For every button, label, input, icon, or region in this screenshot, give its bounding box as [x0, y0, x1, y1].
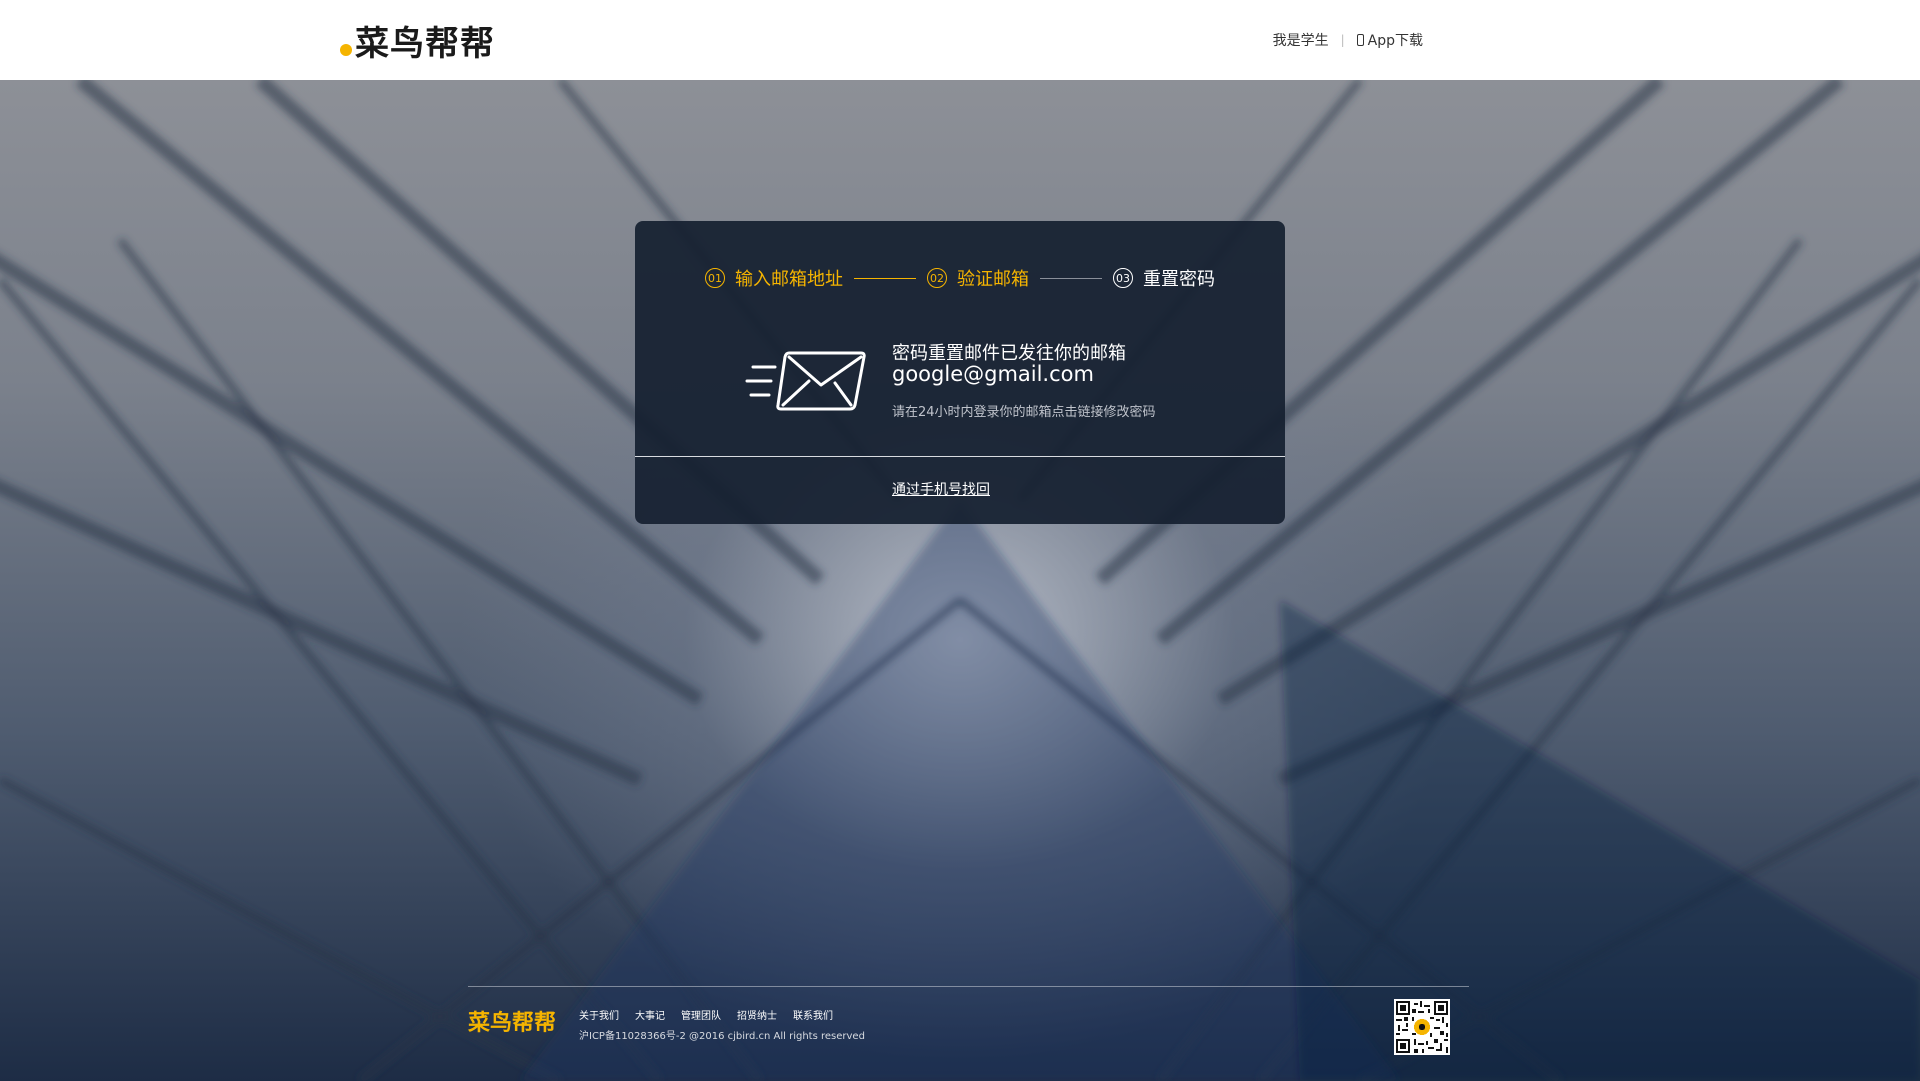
- footer-copyright: 沪ICP备11028366号-2 @2016 cjbird.cn All rig…: [579, 1031, 865, 1042]
- step-2-label: 验证邮箱: [957, 269, 1029, 290]
- nav-app-download-link[interactable]: App下载: [1356, 30, 1423, 50]
- message-email: google@gmail.com: [892, 362, 1094, 386]
- logo-text: 菜鸟帮帮: [355, 23, 495, 64]
- reset-password-card: 01 输入邮箱地址 02 验证邮箱 03 重置密码 密码重置邮件已发往你的邮箱 …: [635, 221, 1285, 524]
- step-1-number: 01: [705, 268, 725, 288]
- footer-link-team[interactable]: 管理团队: [681, 1007, 721, 1022]
- phone-icon: [1356, 34, 1364, 46]
- step-2-number: 02: [927, 268, 947, 288]
- logo-dot-icon: [340, 44, 352, 56]
- step-1: 01 输入邮箱地址: [705, 265, 843, 291]
- header: 菜鸟帮帮 我是学生 | App下载: [0, 0, 1920, 80]
- step-3: 03 重置密码: [1113, 265, 1215, 291]
- footer-logo[interactable]: 菜鸟帮帮: [468, 1005, 556, 1037]
- card-divider: [635, 456, 1285, 457]
- site-logo[interactable]: 菜鸟帮帮: [340, 18, 495, 64]
- footer-link-careers[interactable]: 招贤纳士: [737, 1007, 777, 1022]
- step-1-label: 输入邮箱地址: [735, 269, 843, 290]
- message-hint: 请在24小时内登录你的邮箱点击链接修改密码: [892, 405, 1156, 420]
- step-connector-2: [1040, 277, 1102, 279]
- footer-divider: [468, 986, 1469, 987]
- step-2: 02 验证邮箱: [927, 265, 1029, 291]
- qr-code-icon: [1394, 999, 1450, 1055]
- find-by-phone-link[interactable]: 通过手机号找回: [892, 479, 990, 499]
- nav-app-label: App下载: [1367, 33, 1423, 49]
- step-3-label: 重置密码: [1143, 269, 1215, 290]
- footer-link-about[interactable]: 关于我们: [579, 1007, 619, 1022]
- step-3-number: 03: [1113, 268, 1133, 288]
- nav-student-link[interactable]: 我是学生: [1273, 30, 1329, 50]
- footer-links: 关于我们 大事记 管理团队 招贤纳士 联系我们: [579, 1007, 849, 1022]
- header-nav: 我是学生 | App下载: [1273, 30, 1423, 50]
- progress-steps: 01 输入邮箱地址 02 验证邮箱 03 重置密码: [705, 265, 1215, 291]
- footer-link-contact[interactable]: 联系我们: [793, 1007, 833, 1022]
- mail-icon: [745, 351, 866, 411]
- nav-separator: |: [1340, 33, 1345, 47]
- step-connector-1: [854, 277, 916, 279]
- footer-link-milestones[interactable]: 大事记: [635, 1007, 665, 1022]
